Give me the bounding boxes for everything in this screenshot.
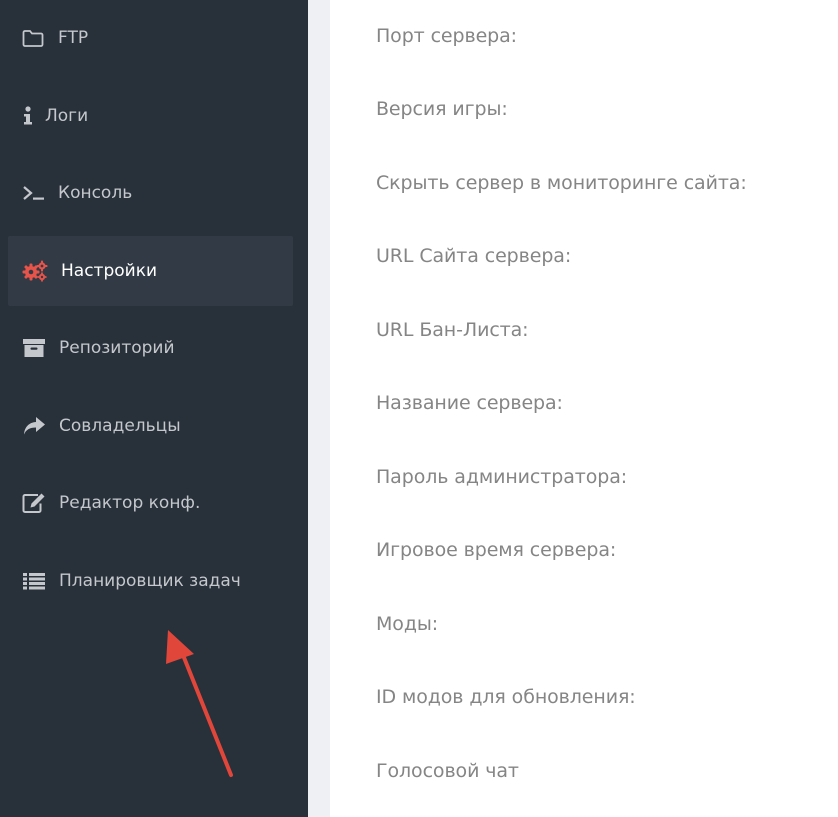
sidebar-item-ftp[interactable]: FTP — [8, 3, 293, 73]
field-label-hide-monitoring: Скрыть сервер в мониторинге сайта: — [376, 172, 747, 194]
archive-icon — [22, 337, 48, 359]
field-label-admin-password: Пароль администратора: — [376, 466, 628, 488]
sidebar: FTP Логи Консоль Настройки Репозиторий С… — [0, 0, 308, 817]
sidebar-item-label: Консоль — [58, 183, 133, 203]
sidebar-item-label: Планировщик задач — [59, 571, 241, 591]
list-icon — [22, 570, 48, 592]
sidebar-item-label: Логи — [45, 106, 89, 126]
field-label-site-url: URL Сайта сервера: — [376, 245, 572, 267]
folder-icon — [22, 27, 48, 49]
edit-icon — [22, 492, 48, 514]
field-label-game-version: Версия игры: — [376, 98, 508, 120]
field-label-server-name: Название сервера: — [376, 392, 563, 414]
sidebar-item-label: Репозиторий — [59, 338, 175, 358]
field-label-game-time: Игровое время сервера: — [376, 539, 617, 561]
sidebar-item-label: Совладельцы — [59, 416, 181, 436]
sidebar-item-settings[interactable]: Настройки — [8, 236, 293, 306]
sidebar-item-label: Настройки — [61, 261, 158, 281]
sidebar-item-config-editor[interactable]: Редактор конф. — [8, 468, 293, 538]
share-icon — [22, 415, 48, 437]
field-label-server-port: Порт сервера: — [376, 25, 517, 47]
sidebar-item-repository[interactable]: Репозиторий — [8, 313, 293, 383]
sidebar-item-console[interactable]: Консоль — [8, 158, 293, 228]
sidebar-item-co-owners[interactable]: Совладельцы — [8, 391, 293, 461]
gears-icon — [22, 260, 48, 282]
field-label-mod-ids: ID модов для обновления: — [376, 686, 636, 708]
field-label-mods: Моды: — [376, 613, 439, 635]
sidebar-item-task-scheduler[interactable]: Планировщик задач — [8, 546, 293, 616]
sidebar-item-label: Редактор конф. — [59, 493, 201, 513]
terminal-icon — [22, 182, 48, 204]
settings-panel: Порт сервера: Версия игры: Скрыть сервер… — [330, 0, 838, 817]
sidebar-item-logs[interactable]: Логи — [8, 81, 293, 151]
content-gutter — [308, 0, 330, 817]
field-label-banlist-url: URL Бан-Листа: — [376, 319, 529, 341]
sidebar-item-label: FTP — [58, 28, 89, 48]
field-label-voice-chat: Голосовой чат — [376, 760, 519, 782]
